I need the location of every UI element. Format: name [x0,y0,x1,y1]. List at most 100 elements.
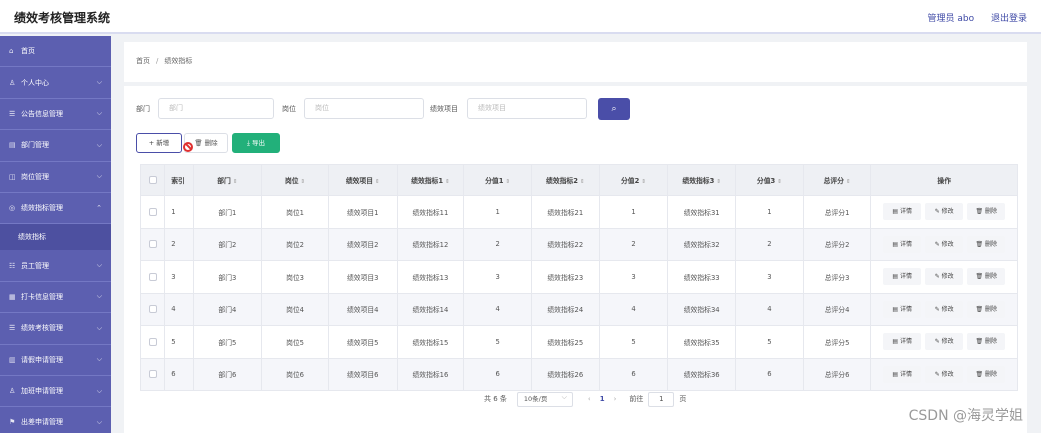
edit-button[interactable]: ✎ 修改 [925,333,964,351]
menu-icon: ⚑ [9,418,16,427]
delete-button[interactable]: 🗑 删除 [967,333,1006,351]
sort-icon[interactable]: ⇕ [641,179,646,185]
logout-link[interactable]: 退出登录 [991,14,1027,24]
sidebar-item[interactable]: ▤ 部门管理 ⌵ [0,130,111,162]
delete-button[interactable]: 🗑 删除 [967,268,1006,286]
row-checkbox-cell[interactable] [139,227,166,261]
detail-button[interactable]: ▤ 详情 [883,203,922,221]
detail-button[interactable]: ▤ 详情 [883,268,922,286]
sidebar-item[interactable]: ⌂ 首页 [0,36,111,68]
detail-button[interactable]: ▤ 详情 [883,235,922,253]
edit-button[interactable]: ✎ 修改 [925,203,964,221]
delete-button[interactable]: 🗑 删除 [967,365,1006,383]
column-header[interactable]: 总评分 ⇕ [802,164,872,196]
delete-button[interactable]: 🗑 删除 [967,203,1006,221]
sort-icon[interactable]: ⇕ [233,179,238,185]
sort-icon[interactable]: ⇕ [301,179,306,185]
item-filter-input[interactable]: 绩效项目 [467,98,587,119]
column-header[interactable]: 岗位 ⇕ [261,164,329,196]
checkbox[interactable] [148,337,157,346]
sort-icon[interactable]: ⇕ [846,179,851,185]
sidebar-item[interactable]: ◫ 岗位管理 ⌵ [0,162,111,193]
table-cell: 绩效指标12 [396,227,465,261]
row-checkbox-cell[interactable] [139,260,166,294]
table-cell: 绩效指标26 [530,357,600,391]
table-cell: 绩效指标11 [396,195,465,229]
dept-filter-input[interactable]: 部门 [158,98,274,119]
delete-button[interactable]: 🗑 删除 [967,300,1006,318]
sidebar-item[interactable]: ♙ 个人中心 ⌵ [0,67,111,99]
checkbox[interactable] [148,176,157,184]
column-header[interactable]: 分值2 ⇕ [598,164,669,196]
column-header-label: 总评分 [823,177,844,185]
column-header-label: 分值3 [756,177,776,185]
edit-button[interactable]: ✎ 修改 [925,268,964,286]
checkbox[interactable] [148,305,157,314]
add-button[interactable]: + 新增 [136,133,182,153]
column-header-label: 绩效指标2 [546,177,578,185]
row-checkbox-cell[interactable] [139,195,166,229]
sort-icon[interactable]: ⇕ [445,179,450,185]
table-row: 2 部门2 岗位2 绩效项目2 绩效指标12 2 绩效指标22 2 绩效指标32 2 总评分2 ▤ 详… [139,227,1018,261]
table-cell: 岗位3 [261,260,329,294]
breadcrumb: 首页 / 绩效指标 [136,56,192,66]
table-cell: 5 [598,325,669,359]
checkbox[interactable] [148,370,157,379]
column-header[interactable]: 绩效指标2 ⇕ [530,164,600,196]
page-number-1[interactable]: 1 [600,395,605,403]
table-cell: 4 [735,292,804,326]
column-header-label: 索引 [171,177,185,185]
search-button[interactable]: ⌕ [598,98,630,120]
column-header[interactable]: 绩效指标1 ⇕ [396,164,465,196]
checkbox[interactable] [148,272,157,281]
sidebar-subitem-active[interactable]: 绩效指标 [0,224,111,251]
sidebar-item[interactable]: ☰ 绩效考核管理 ⌵ [0,313,111,345]
row-checkbox-cell[interactable] [139,357,166,391]
sort-icon[interactable]: ⇕ [505,179,510,185]
next-page-button[interactable]: › [614,395,617,403]
table-cell: 总评分3 [802,260,872,294]
page-size-select[interactable]: 10条/页 [516,391,573,407]
chevron-icon: ⌵ [96,355,102,364]
table-cell: 2 [463,227,532,261]
sidebar-item[interactable]: ☰ 公告信息管理 ⌵ [0,99,111,131]
column-header[interactable]: 分值1 ⇕ [463,164,532,196]
detail-button[interactable]: ▤ 详情 [883,333,922,351]
sort-icon[interactable]: ⇕ [777,179,782,185]
row-checkbox-cell[interactable] [139,292,166,326]
edit-button[interactable]: ✎ 修改 [925,300,964,318]
column-header[interactable]: 部门 ⇕ [192,164,263,196]
sidebar-item[interactable]: ☷ 员工管理 ⌵ [0,250,111,282]
edit-button[interactable]: ✎ 修改 [925,365,964,383]
breadcrumb-home[interactable]: 首页 [136,57,150,65]
prev-page-button[interactable]: ‹ [588,395,591,403]
sort-icon[interactable]: ⇕ [716,179,721,185]
sidebar-item[interactable]: ▥ 请假申请管理 ⌵ [0,345,111,376]
checkbox[interactable] [148,240,157,249]
select-all-checkbox[interactable] [139,164,166,196]
sidebar-item-label: 员工管理 [21,261,49,270]
sort-icon[interactable]: ⇕ [580,179,585,185]
delete-button[interactable]: 🗑 删除 [967,235,1006,253]
goto-page-input[interactable]: 1 [648,391,675,407]
row-checkbox-cell[interactable] [139,325,166,359]
table-cell: 绩效指标16 [396,357,465,391]
detail-button[interactable]: ▤ 详情 [883,365,922,383]
sidebar-item[interactable]: ⚑ 出差申请管理 ⌵ [0,407,111,433]
column-header[interactable]: 分值3 ⇕ [735,164,804,196]
post-filter-input[interactable]: 岗位 [304,98,424,119]
column-header[interactable]: 绩效项目 ⇕ [327,164,398,196]
total-count: 共 6 条 [484,395,507,403]
edit-button[interactable]: ✎ 修改 [925,235,964,253]
top-bar: 绩效考核管理系统 管理员 abo 退出登录 [0,0,1041,34]
sort-icon[interactable]: ⇕ [375,179,380,185]
user-name[interactable]: 管理员 abo [928,14,975,24]
sidebar-item[interactable]: ▦ 打卡信息管理 ⌵ [0,282,111,314]
sidebar-item[interactable]: ♙ 加班申请管理 ⌵ [0,376,111,408]
column-header[interactable]: 绩效指标3 ⇕ [667,164,737,196]
checkbox[interactable] [148,207,157,216]
table-cell: 总评分4 [802,292,872,326]
export-button[interactable]: ⤓ 导出 [232,133,280,153]
sidebar-item[interactable]: ◎ 绩效指标管理 ⌃ [0,193,111,225]
detail-button[interactable]: ▤ 详情 [883,300,922,318]
